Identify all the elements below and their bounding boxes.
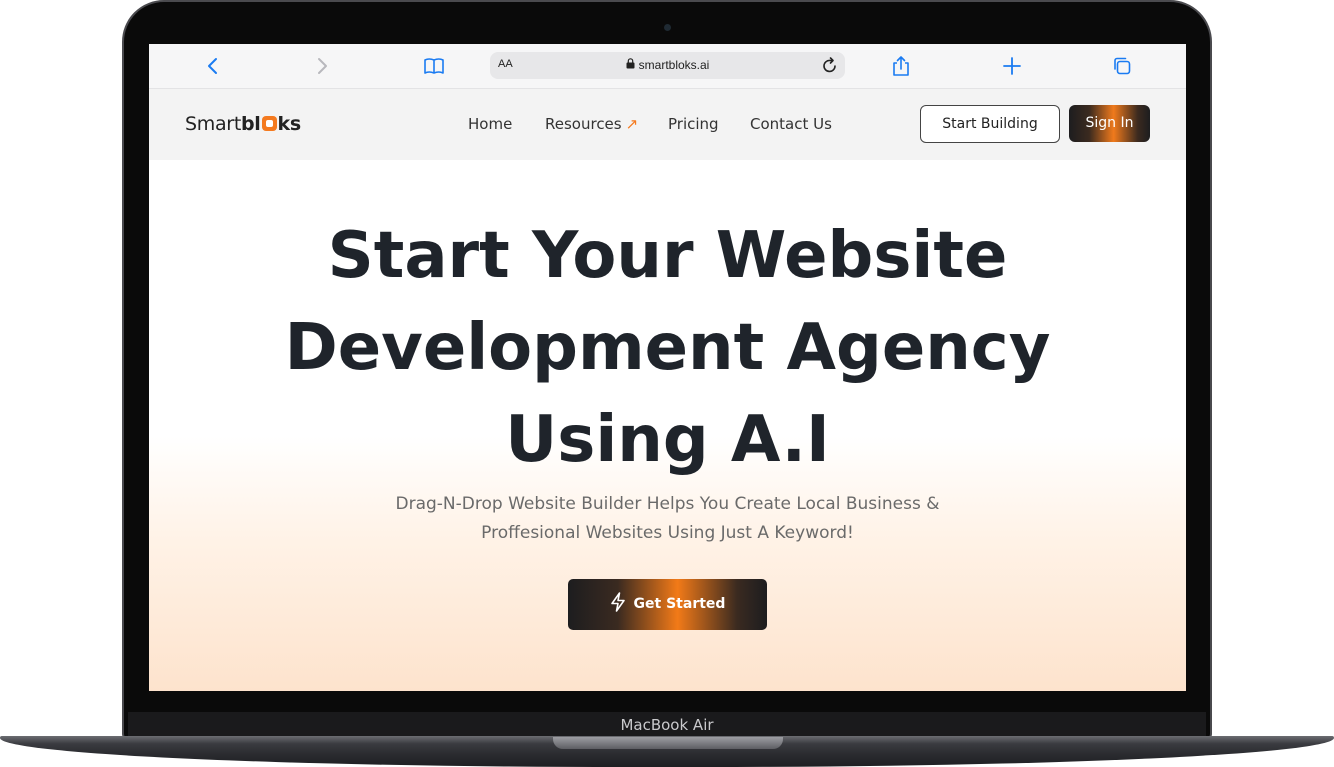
- hero-section: Start Your Website Development Agency Us…: [149, 160, 1186, 691]
- lock-icon: [626, 58, 635, 72]
- hero-subtitle: Drag-N-Drop Website Builder Helps You Cr…: [349, 490, 986, 548]
- nav-resources-label: Resources: [545, 115, 622, 133]
- device-model-label: MacBook Air: [620, 716, 714, 734]
- external-link-arrow-icon: ↗: [625, 115, 639, 133]
- url-display: smartbloks.ai: [490, 58, 845, 72]
- nav-contact[interactable]: Contact Us: [750, 115, 832, 133]
- hero-title: Start Your Website Development Agency Us…: [149, 210, 1186, 486]
- address-bar[interactable]: AA smartbloks.ai: [490, 52, 845, 79]
- hero-title-line-1: Start Your Website: [327, 219, 1008, 293]
- back-icon[interactable]: [202, 55, 224, 77]
- share-icon[interactable]: [890, 55, 912, 77]
- site-header: Smartbl ks Home Resources ↗ Pricing Contac…: [149, 89, 1186, 160]
- bookmarks-icon[interactable]: [423, 55, 445, 77]
- hero-title-line-2: Development Agency: [284, 311, 1051, 385]
- url-text: smartbloks.ai: [638, 58, 710, 72]
- logo-text-prefix: Smart: [185, 113, 241, 135]
- hero-subtitle-line-1: Drag-N-Drop Website Builder Helps You Cr…: [395, 494, 940, 514]
- start-building-button[interactable]: Start Building: [920, 105, 1060, 143]
- camera-icon: [664, 24, 671, 31]
- screen: AA smartbloks.ai Smartbl ks Home Resource…: [149, 44, 1186, 691]
- hero-subtitle-line-2: Proffesional Websites Using Just A Keywo…: [481, 523, 854, 543]
- nav-pricing[interactable]: Pricing: [668, 115, 719, 133]
- hero-title-line-3: Using A.I: [505, 403, 830, 477]
- logo-mark-icon: [261, 116, 277, 131]
- new-tab-icon[interactable]: [1001, 55, 1023, 77]
- nav-home[interactable]: Home: [468, 115, 512, 133]
- site-logo[interactable]: Smartbl ks: [185, 113, 301, 135]
- get-started-button[interactable]: Get Started: [568, 579, 767, 630]
- tabs-icon[interactable]: [1111, 55, 1133, 77]
- browser-toolbar: AA smartbloks.ai: [149, 44, 1186, 89]
- logo-text-bold-a: bl: [240, 113, 261, 135]
- lightning-icon: [610, 583, 626, 634]
- reload-icon[interactable]: [821, 55, 839, 75]
- sign-in-button[interactable]: Sign In: [1069, 105, 1150, 142]
- nav-resources[interactable]: Resources ↗: [545, 115, 638, 133]
- get-started-label: Get Started: [633, 596, 726, 612]
- logo-text-bold-b: ks: [277, 113, 302, 135]
- forward-icon[interactable]: [311, 55, 333, 77]
- laptop-notch: [553, 737, 783, 749]
